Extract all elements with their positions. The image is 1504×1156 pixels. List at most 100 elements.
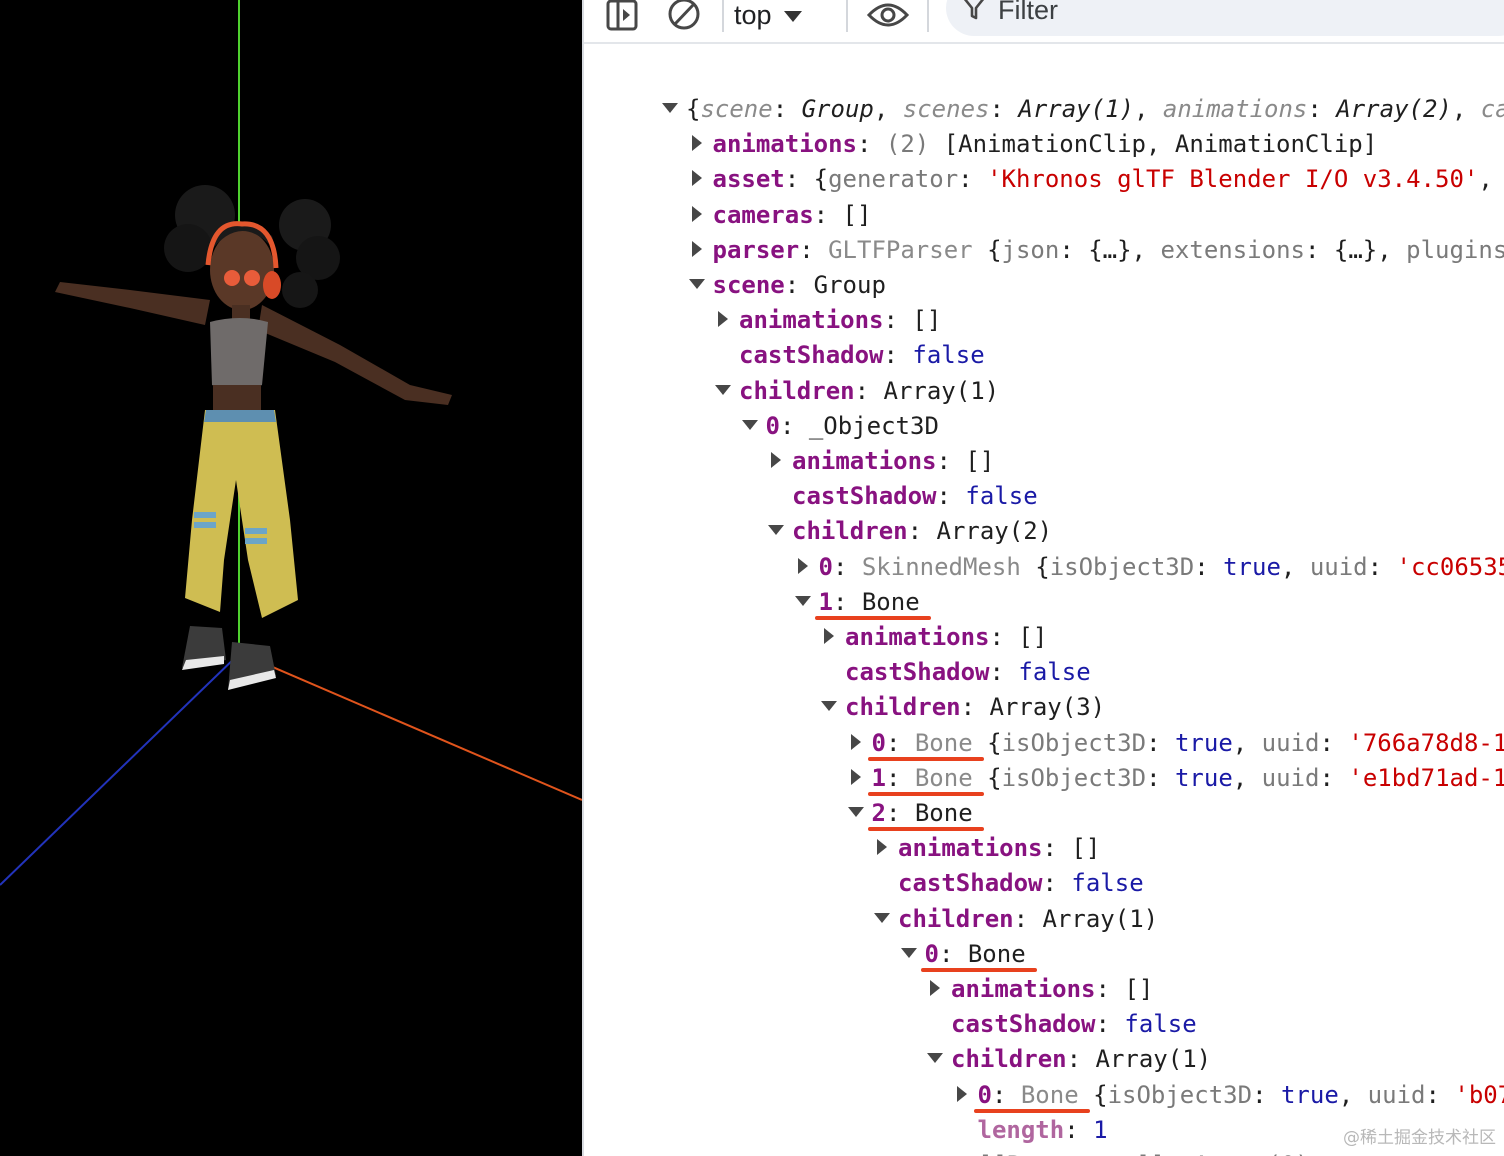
clear-console-icon[interactable] bbox=[664, 0, 704, 32]
console-tree-row[interactable]: children: Array(1) bbox=[874, 902, 1158, 936]
filter-funnel-icon bbox=[962, 0, 986, 26]
console-tree-row[interactable]: children: Array(1) bbox=[715, 374, 999, 408]
console-tree-row[interactable]: asset: {generator: 'Khronos glTF Blender… bbox=[689, 162, 1493, 196]
console-tree-row[interactable]: animations: (2) [AnimationClip, Animatio… bbox=[689, 127, 1377, 161]
console-token: asset bbox=[712, 165, 785, 194]
console-token: : bbox=[989, 658, 1019, 687]
console-token: : bbox=[991, 1080, 1021, 1109]
collapsed-triangle-icon[interactable] bbox=[689, 240, 705, 257]
sidebar-toggle-icon[interactable] bbox=[602, 0, 642, 32]
collapsed-triangle-icon[interactable] bbox=[715, 311, 731, 328]
console-token: , bbox=[1133, 95, 1163, 123]
console-token: isObject3D bbox=[1001, 763, 1147, 792]
console-tree-row: castShadow: false bbox=[768, 479, 1038, 513]
console-token: : Array(1) bbox=[1013, 904, 1159, 933]
console-tree-row[interactable]: 2: Bone bbox=[847, 796, 973, 830]
console-token: uuid bbox=[1309, 552, 1368, 581]
console-tree-row[interactable]: scene: Group bbox=[688, 268, 886, 302]
console-token: parser bbox=[712, 235, 800, 264]
console-token: true bbox=[1174, 763, 1233, 792]
console-tree-row[interactable]: 0: Bone bbox=[900, 937, 1026, 971]
expanded-triangle-icon[interactable] bbox=[715, 382, 731, 398]
console-tree-row[interactable]: animations: [] bbox=[927, 972, 1153, 1006]
console-token: , bbox=[1451, 95, 1481, 123]
console-token: length bbox=[977, 1115, 1065, 1144]
console-token: : bbox=[857, 130, 886, 159]
collapsed-triangle-icon[interactable] bbox=[954, 1085, 970, 1102]
live-expression-eye-icon[interactable] bbox=[864, 0, 912, 32]
expanded-triangle-icon[interactable] bbox=[662, 100, 678, 116]
console-tree-row[interactable]: 1: Bone bbox=[794, 585, 920, 619]
scene-canvas[interactable] bbox=[0, 0, 582, 1156]
console-token: isObject3D bbox=[1001, 728, 1147, 757]
console-tree-row[interactable]: animations: [] bbox=[874, 831, 1100, 865]
console-token: true bbox=[1223, 552, 1281, 581]
console-token: : Bone bbox=[938, 939, 1026, 968]
console-tree-row[interactable]: children: Array(3) bbox=[821, 690, 1105, 724]
console-tree-row[interactable]: 0: _Object3D bbox=[741, 409, 939, 443]
console-tree-row[interactable]: children: Array(2) bbox=[768, 514, 1052, 548]
collapsed-triangle-icon[interactable] bbox=[795, 557, 811, 574]
x-axis-line bbox=[239, 652, 582, 801]
console-token: : bbox=[1367, 552, 1397, 581]
console-token: 2 bbox=[871, 799, 886, 827]
filter-input[interactable]: Filter bbox=[946, 0, 1504, 36]
console-token: extensions bbox=[1160, 235, 1305, 264]
collapsed-triangle-icon[interactable] bbox=[874, 839, 890, 856]
expanded-triangle-icon[interactable] bbox=[821, 698, 837, 714]
console-token: plugins bbox=[1406, 235, 1504, 264]
console-token: : bbox=[1307, 95, 1337, 123]
collapsed-triangle-icon[interactable] bbox=[848, 733, 864, 750]
expanded-triangle-icon[interactable] bbox=[847, 804, 864, 820]
console-token: , bbox=[1232, 728, 1262, 757]
console-tree-row[interactable]: parser: GLTFParser {json: {…}, extension… bbox=[689, 233, 1504, 267]
3d-viewport[interactable] bbox=[0, 0, 582, 1156]
console-tree-row[interactable]: 1: Bone {isObject3D: true, uuid: 'e1bd71… bbox=[848, 761, 1504, 795]
console-token: animations bbox=[951, 975, 1096, 1003]
console-token: 1 bbox=[871, 763, 886, 792]
expanded-triangle-icon[interactable] bbox=[768, 522, 784, 538]
console-token: animations bbox=[898, 834, 1043, 863]
expanded-triangle-icon[interactable] bbox=[874, 910, 890, 926]
expanded-triangle-icon[interactable] bbox=[741, 417, 758, 433]
context-selector[interactable]: top bbox=[734, 0, 802, 32]
console-token: : bbox=[772, 95, 802, 123]
console-tree-row[interactable]: animations: [] bbox=[715, 303, 941, 337]
collapsed-triangle-icon[interactable] bbox=[848, 768, 864, 785]
console-token: : bbox=[1319, 728, 1349, 757]
collapsed-triangle-icon[interactable] bbox=[689, 205, 705, 222]
console-tree-row[interactable]: 0: Bone {isObject3D: true, uuid: 'b07 bbox=[954, 1078, 1504, 1112]
console-token: true bbox=[1174, 728, 1233, 757]
console-token: : bbox=[1146, 728, 1175, 757]
console-token: : _Object3D bbox=[779, 411, 939, 440]
toolbar-separator bbox=[927, 0, 929, 32]
collapsed-triangle-icon[interactable] bbox=[768, 452, 784, 468]
collapsed-triangle-icon[interactable] bbox=[689, 135, 705, 152]
console-tree-row[interactable]: 0: Bone {isObject3D: true, uuid: '766a78… bbox=[848, 726, 1504, 760]
console-tree-row[interactable]: animations: [] bbox=[821, 620, 1047, 654]
z-axis-line bbox=[0, 652, 241, 886]
collapsed-triangle-icon[interactable] bbox=[927, 980, 943, 996]
console-tree-row[interactable]: children: Array(1) bbox=[927, 1042, 1211, 1076]
toolbar-separator bbox=[846, 0, 848, 32]
console-tree-row[interactable]: 0: SkinnedMesh {isObject3D: true, uuid: … bbox=[795, 550, 1504, 584]
console-tree-row[interactable]: {scene: Group, scenes: Array(1), animati… bbox=[662, 92, 1504, 126]
console-token: castShadow bbox=[739, 341, 884, 370]
expanded-triangle-icon[interactable] bbox=[927, 1050, 943, 1066]
console-token: children bbox=[739, 376, 855, 405]
expanded-triangle-icon[interactable] bbox=[794, 593, 811, 609]
expanded-triangle-icon[interactable] bbox=[688, 276, 705, 292]
expanded-triangle-icon[interactable] bbox=[900, 945, 917, 961]
console-tree-row[interactable]: animations: [] bbox=[768, 444, 994, 478]
console-token: : Array(3) bbox=[960, 693, 1106, 722]
console-token: animations bbox=[845, 623, 990, 651]
collapsed-triangle-icon[interactable] bbox=[821, 628, 837, 644]
collapsed-triangle-icon[interactable] bbox=[689, 170, 705, 187]
console-tree-row[interactable]: cameras: [] bbox=[689, 198, 871, 232]
console-token: : Array(1) bbox=[1066, 1045, 1212, 1074]
console-token: Bone bbox=[914, 763, 988, 792]
console-tree-row: castShadow: false bbox=[821, 655, 1091, 689]
